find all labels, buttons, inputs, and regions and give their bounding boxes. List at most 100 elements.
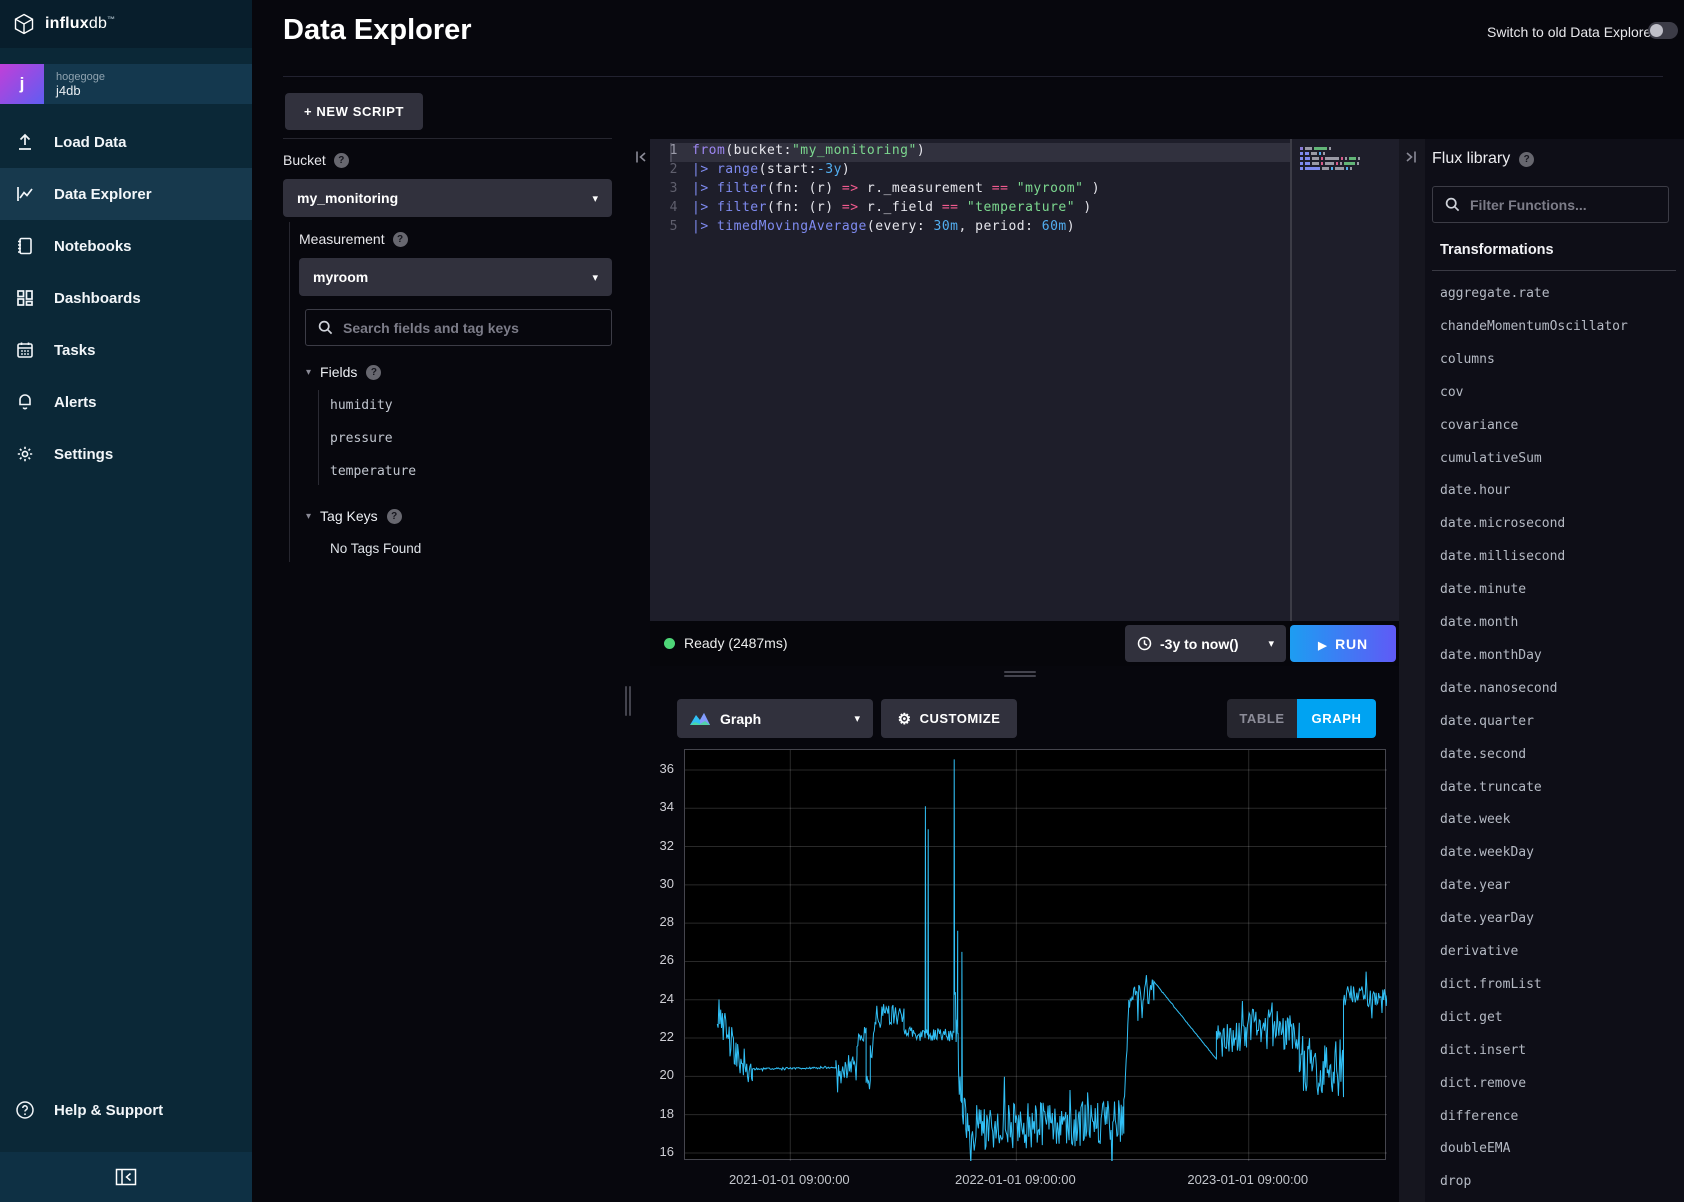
sidebar-item-help-support[interactable]: Help & Support: [0, 1084, 252, 1136]
flux-function-date.truncate[interactable]: date.truncate: [1440, 780, 1542, 795]
no-tags-message: No Tags Found: [330, 541, 421, 556]
time-range-dropdown[interactable]: -3y to now() ▾: [1125, 625, 1286, 662]
chevron-down-icon: ▾: [854, 712, 860, 725]
flux-function-cov[interactable]: cov: [1440, 385, 1463, 400]
flux-function-date.nanosecond[interactable]: date.nanosecond: [1440, 681, 1557, 696]
field-item-humidity[interactable]: humidity: [330, 398, 393, 413]
collapse-flux-panel-icon[interactable]: [1404, 150, 1418, 164]
flux-library-help-icon[interactable]: ?: [1519, 152, 1534, 167]
flux-function-dict.get[interactable]: dict.get: [1440, 1010, 1503, 1025]
run-query-button[interactable]: ▶ RUN: [1290, 625, 1396, 662]
flux-function-dict.fromList[interactable]: dict.fromList: [1440, 977, 1542, 992]
flux-function-date.monthDay[interactable]: date.monthDay: [1440, 648, 1542, 663]
flux-function-date.yearDay[interactable]: date.yearDay: [1440, 911, 1534, 926]
fields-help-icon[interactable]: ?: [366, 365, 381, 380]
flux-function-doubleEMA[interactable]: doubleEMA: [1440, 1141, 1510, 1156]
customize-button[interactable]: ⚙ CUSTOMIZE: [881, 699, 1017, 738]
flux-function-date.microsecond[interactable]: date.microsecond: [1440, 516, 1565, 531]
sidebar-item-data-explorer[interactable]: Data Explorer: [0, 168, 252, 220]
clock-icon: [1137, 636, 1152, 651]
editor-scrollbar[interactable]: [1290, 139, 1292, 621]
collapse-editor-left-icon[interactable]: [634, 150, 648, 164]
tag-keys-help-icon[interactable]: ?: [387, 509, 402, 524]
fields-section-header[interactable]: ▾ Fields ?: [306, 364, 381, 380]
fields-search-input[interactable]: Search fields and tag keys: [305, 309, 612, 346]
sidebar-item-label: Notebooks: [54, 238, 132, 255]
avatar: j: [0, 64, 44, 104]
new-script-button[interactable]: + NEW SCRIPT: [285, 93, 423, 130]
field-item-temperature[interactable]: temperature: [330, 464, 416, 479]
flux-function-date.quarter[interactable]: date.quarter: [1440, 714, 1534, 729]
flux-function-dict.insert[interactable]: dict.insert: [1440, 1043, 1526, 1058]
line-number: 1: [650, 143, 678, 158]
sidebar-item-label: Data Explorer: [54, 186, 152, 203]
flux-function-covariance[interactable]: covariance: [1440, 418, 1518, 433]
sidebar-item-settings[interactable]: Settings: [0, 428, 252, 480]
flux-function-columns[interactable]: columns: [1440, 352, 1495, 367]
editor-line-3[interactable]: 3|> filter(fn: (r) => r._measurement == …: [650, 181, 1399, 200]
measurement-dropdown[interactable]: myroom▾: [299, 258, 612, 296]
flux-code-editor[interactable]: 1from(bucket:"my_monitoring")2|> range(s…: [650, 139, 1399, 621]
help-circle-icon: [14, 1099, 36, 1121]
header-divider: [283, 76, 1663, 77]
visualization-type-dropdown[interactable]: Graph ▾: [677, 699, 873, 738]
influxdb-logo[interactable]: influxdb™: [0, 0, 252, 48]
horizontal-splitter-handle[interactable]: [1004, 671, 1036, 673]
flux-function-date.millisecond[interactable]: date.millisecond: [1440, 549, 1565, 564]
graph-view-button[interactable]: GRAPH: [1297, 699, 1376, 738]
user-org-name: hogegoge: [56, 70, 105, 84]
user-id: j4db: [56, 84, 105, 98]
y-tick-label: 26: [634, 952, 674, 967]
sidebar-item-notebooks[interactable]: Notebooks: [0, 220, 252, 272]
sidebar-collapse-button[interactable]: [0, 1152, 252, 1202]
editor-line-2[interactable]: 2|> range(start:-3y): [650, 162, 1399, 181]
editor-line-5[interactable]: 5|> timedMovingAverage(every: 30m, perio…: [650, 219, 1399, 238]
sidebar-item-tasks[interactable]: Tasks: [0, 324, 252, 376]
flux-function-date.minute[interactable]: date.minute: [1440, 582, 1526, 597]
line-number: 2: [650, 162, 678, 177]
bucket-help-icon[interactable]: ?: [334, 153, 349, 168]
flux-function-chandeMomentumOscillator[interactable]: chandeMomentumOscillator: [1440, 319, 1628, 334]
code-text: |> timedMovingAverage(every: 30m, period…: [692, 219, 1075, 234]
tree-guide-line: [318, 390, 319, 485]
editor-minimap[interactable]: [1300, 147, 1392, 172]
sidebar-item-load-data[interactable]: Load Data: [0, 116, 252, 168]
flux-function-drop[interactable]: drop: [1440, 1174, 1471, 1189]
editor-line-1[interactable]: 1from(bucket:"my_monitoring"): [650, 143, 1399, 162]
flux-function-date.weekDay[interactable]: date.weekDay: [1440, 845, 1534, 860]
flux-function-date.week[interactable]: date.week: [1440, 812, 1510, 827]
y-tick-label: 18: [634, 1106, 674, 1121]
measurement-help-icon[interactable]: ?: [393, 232, 408, 247]
flux-function-dict.remove[interactable]: dict.remove: [1440, 1076, 1526, 1091]
bucket-dropdown[interactable]: my_monitoring▾: [283, 179, 612, 217]
field-item-pressure[interactable]: pressure: [330, 431, 393, 446]
table-view-button[interactable]: TABLE: [1227, 699, 1297, 738]
filter-functions-input[interactable]: Filter Functions...: [1432, 186, 1669, 223]
flux-function-date.year[interactable]: date.year: [1440, 878, 1510, 893]
y-tick-label: 34: [634, 799, 674, 814]
tag-keys-section-header[interactable]: ▾ Tag Keys ?: [306, 508, 402, 524]
flux-function-cumulativeSum[interactable]: cumulativeSum: [1440, 451, 1542, 466]
flux-function-date.second[interactable]: date.second: [1440, 747, 1526, 762]
sidebar-item-dashboards[interactable]: Dashboards: [0, 272, 252, 324]
flux-function-date.month[interactable]: date.month: [1440, 615, 1518, 630]
gear-icon: ⚙: [898, 710, 912, 728]
vertical-splitter-handle[interactable]: [625, 686, 627, 716]
flux-function-derivative[interactable]: derivative: [1440, 944, 1518, 959]
gear-icon: [14, 443, 36, 465]
sidebar-item-label: Alerts: [54, 394, 97, 411]
editor-line-4[interactable]: 4|> filter(fn: (r) => r._field == "tempe…: [650, 200, 1399, 219]
sidebar-item-label: Help & Support: [54, 1102, 163, 1119]
sidebar-item-alerts[interactable]: Alerts: [0, 376, 252, 428]
bell-icon: [14, 391, 36, 413]
flux-function-aggregate.rate[interactable]: aggregate.rate: [1440, 286, 1550, 301]
time-series-chart[interactable]: [684, 749, 1386, 1160]
flux-function-date.hour[interactable]: date.hour: [1440, 483, 1510, 498]
flux-function-difference[interactable]: difference: [1440, 1109, 1518, 1124]
vertical-splitter-handle[interactable]: [629, 686, 631, 716]
horizontal-splitter-handle[interactable]: [1004, 675, 1036, 677]
user-account-switcher[interactable]: j hogegoge j4db: [0, 64, 252, 104]
y-tick-label: 32: [634, 838, 674, 853]
indent-guide: [289, 222, 290, 562]
switch-old-explorer-toggle[interactable]: [1648, 22, 1678, 39]
